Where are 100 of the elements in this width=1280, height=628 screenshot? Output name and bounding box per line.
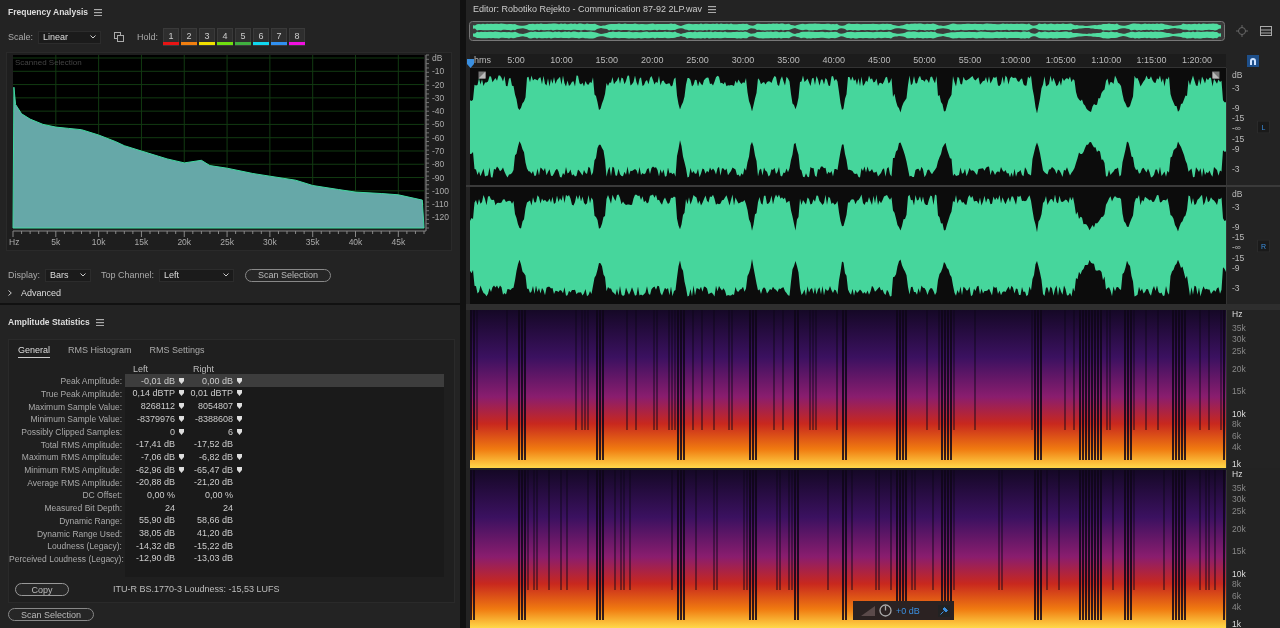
time-ruler[interactable]: hms 5:00 10:00 15:00 20:00 25:00 30:00 35:00 40:00 45:00 50:00 55:00 1:00:00 1:05:00 1:10:00 1:15:00 1:20:00: [470, 54, 1226, 68]
pin-icon[interactable]: [178, 390, 184, 397]
table-cell-text: 0,14 dBTP: [131, 388, 175, 399]
table-cell-text: -13,03 dB: [192, 553, 233, 564]
list-icon[interactable]: [1259, 24, 1273, 38]
table-cell-text: 0,00 dB: [200, 375, 233, 386]
dropdown[interactable]: Linear: [38, 30, 101, 44]
table-cell-text: 8268112: [139, 401, 175, 412]
table-cell-text: -65,47 dB: [192, 464, 233, 475]
menu-icon[interactable]: [707, 5, 716, 13]
table-row[interactable]: 0 6: [125, 425, 444, 439]
pin-icon[interactable]: [178, 453, 184, 460]
pin-icon[interactable]: [236, 466, 242, 473]
dropdown[interactable]: Bars: [45, 268, 91, 282]
axis-label: -80: [432, 159, 445, 170]
tab[interactable]: RMS Histogram: [68, 345, 132, 358]
scan-selection-button[interactable]: Scan Selection: [8, 608, 95, 621]
table-cell-text: -17,41 dB: [134, 439, 175, 450]
axis-label: 30k: [263, 237, 277, 247]
time-label: 35:00: [777, 55, 800, 65]
axis-label: -∞: [1232, 242, 1241, 252]
table-row[interactable]: -12,90 dB -13,03 dB: [125, 552, 444, 566]
table-row[interactable]: 0,14 dBTP 0,01 dBTP: [125, 387, 444, 401]
time-label: 20:00: [640, 55, 664, 65]
axis-label: -15: [1232, 253, 1245, 263]
pin-icon[interactable]: [178, 428, 184, 435]
row-label: Dynamic Range Used:: [35, 528, 123, 539]
axis-label: 8k: [1232, 419, 1241, 429]
tab[interactable]: RMS Settings: [149, 345, 205, 358]
pin-button[interactable]: [937, 604, 950, 617]
tab[interactable]: General: [18, 345, 51, 358]
axis-label: -40: [432, 106, 445, 117]
pin-icon[interactable]: [236, 453, 242, 460]
pin-icon[interactable]: [178, 403, 184, 410]
overview-waveform-drawing[interactable]: [469, 21, 1225, 41]
table-row[interactable]: -62,96 dB -65,47 dB: [125, 463, 444, 477]
hold-button[interactable]: 2: [181, 28, 198, 46]
copy-icon[interactable]: [114, 32, 124, 42]
fade-handle-icon[interactable]: [478, 71, 486, 79]
hold-button[interactable]: 1: [163, 28, 180, 46]
advanced-label[interactable]: Advanced: [21, 288, 62, 298]
table-cell-text: -0,01 dB: [139, 375, 175, 386]
panel-title: Amplitude Statistics: [8, 317, 90, 327]
axis-label: -9: [1232, 222, 1240, 232]
menu-icon[interactable]: [94, 8, 102, 16]
axis-label: -10: [432, 66, 445, 77]
pin-icon[interactable]: [178, 415, 184, 422]
table-cell-text: -8379976: [135, 413, 175, 424]
axis-label: -3: [1232, 202, 1240, 212]
pin-icon[interactable]: [178, 466, 184, 473]
row-label: Dynamic Range:: [58, 515, 123, 526]
dropdown[interactable]: Left: [159, 268, 235, 282]
axis-label: -20: [432, 79, 445, 90]
axis-label: 15k: [134, 237, 149, 247]
pin-icon[interactable]: [178, 377, 184, 384]
axis-label: 35k: [305, 237, 320, 247]
fade-handle-icon[interactable]: [1212, 71, 1220, 79]
scan-selection-button[interactable]: Scan Selection: [245, 268, 332, 282]
hold-button[interactable]: 8: [289, 28, 306, 46]
chevron-icon[interactable]: [8, 290, 12, 296]
pin-icon[interactable]: [236, 415, 242, 422]
axis-label: -90: [432, 172, 445, 183]
pin-icon[interactable]: [236, 377, 242, 384]
copy-button[interactable]: Copy: [15, 582, 69, 596]
hold-button[interactable]: 6: [253, 28, 270, 46]
time-label: 50:00: [913, 55, 936, 65]
pin-icon[interactable]: [236, 428, 242, 435]
axis-label: 8k: [1232, 579, 1241, 589]
table-cell-text: 0,00 %: [145, 490, 175, 500]
hold-button[interactable]: 4: [217, 28, 234, 46]
row-label: Peak Amplitude:: [59, 376, 123, 387]
axis-label: -70: [432, 145, 445, 156]
table-row[interactable]: -0,01 dB 0,00 dB: [125, 374, 444, 389]
hold-button[interactable]: 3: [199, 28, 216, 46]
axis-label: 10k: [91, 237, 106, 247]
zoom-target-icon[interactable]: [1235, 24, 1249, 38]
playhead-icon[interactable]: [467, 59, 474, 68]
axis-label: -60: [432, 132, 445, 143]
pin-icon[interactable]: [236, 390, 242, 397]
hold-button[interactable]: 7: [271, 28, 288, 46]
zoom-button[interactable]: [1247, 55, 1259, 67]
table-row[interactable]: -14,32 dB -15,22 dB: [125, 539, 444, 554]
time-label: 1:05:00: [1045, 55, 1076, 65]
volume-value[interactable]: +0 dB: [896, 605, 920, 616]
knob-icon[interactable]: [879, 604, 892, 617]
table-cell-text: -7,06 dB: [139, 451, 175, 462]
table-cell-text: 6: [227, 426, 233, 437]
pin-icon[interactable]: [236, 403, 242, 410]
axis-label: 45k: [391, 237, 406, 247]
caret-icon: [223, 273, 230, 277]
table-row[interactable]: 55,90 dB 58,66 dB: [125, 514, 444, 528]
axis-label: 4k: [1232, 442, 1241, 452]
table-cell-text: -6,82 dB: [197, 451, 233, 462]
table-cell-text: -15,22 dB: [192, 540, 233, 551]
table-row[interactable]: 24 24: [125, 501, 444, 515]
menu-icon[interactable]: [95, 318, 104, 326]
hold-button[interactable]: 5: [235, 28, 252, 46]
row-label: Minimum RMS Amplitude:: [23, 465, 123, 476]
axis-label: 6k: [1232, 431, 1241, 441]
axis-label: -3: [1232, 283, 1240, 293]
